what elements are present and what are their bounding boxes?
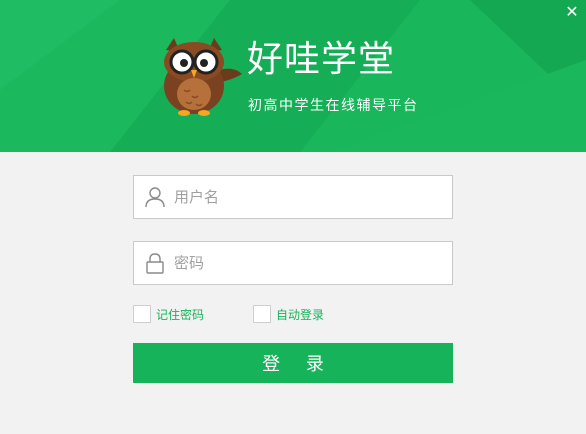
remember-password-box[interactable] bbox=[133, 305, 151, 323]
user-icon bbox=[145, 187, 165, 208]
password-input[interactable] bbox=[174, 242, 444, 284]
app-subtitle: 初高中学生在线辅导平台 bbox=[248, 98, 419, 114]
remember-password-label[interactable]: 记住密码 bbox=[156, 306, 204, 323]
password-field[interactable] bbox=[133, 241, 453, 285]
header-banner: ✕ 好哇学堂 初高中学生在线辅导平台 bbox=[0, 0, 586, 152]
app-title: 好哇学堂 bbox=[247, 39, 396, 80]
auto-login-label[interactable]: 自动登录 bbox=[276, 306, 324, 323]
close-icon[interactable]: ✕ bbox=[564, 4, 580, 20]
owl-mascot-icon bbox=[164, 38, 242, 116]
username-input[interactable] bbox=[174, 176, 444, 218]
remember-password-checkbox[interactable]: 记住密码 bbox=[133, 304, 204, 324]
auto-login-checkbox[interactable]: 自动登录 bbox=[253, 304, 324, 324]
username-field[interactable] bbox=[133, 175, 453, 219]
auto-login-box[interactable] bbox=[253, 305, 271, 323]
login-button[interactable]: 登 录 bbox=[133, 343, 453, 383]
lock-icon bbox=[146, 253, 164, 274]
